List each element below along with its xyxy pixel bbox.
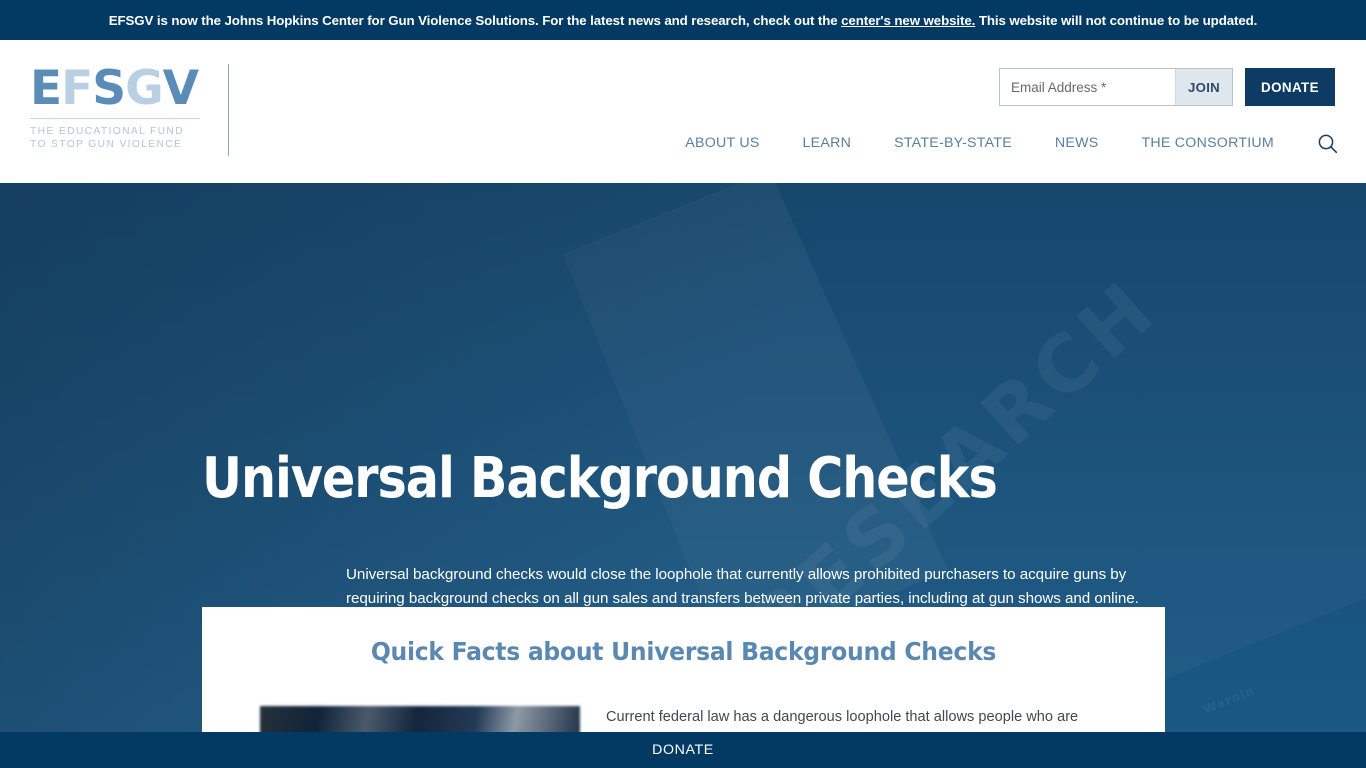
- logo-letter-g: G: [125, 61, 164, 116]
- logo-letter-v: V: [162, 61, 199, 116]
- quick-facts-title: Quick Facts about Universal Background C…: [370, 637, 997, 666]
- site-header: EFSGV THE EDUCATIONAL FUND TO STOP GUN V…: [0, 40, 1366, 183]
- announcement-link[interactable]: center's new website.: [841, 13, 975, 28]
- logo-wordmark: EFSGV: [30, 62, 202, 115]
- newsletter-signup-row: JOIN DONATE: [999, 68, 1335, 106]
- join-button[interactable]: JOIN: [1175, 69, 1232, 105]
- email-signup-group: JOIN: [999, 68, 1233, 106]
- logo-tagline: THE EDUCATIONAL FUND TO STOP GUN VIOLENC…: [30, 125, 202, 151]
- nav-item-news[interactable]: NEWS: [1055, 135, 1099, 151]
- announcement-text-after: This website will not continue to be upd…: [975, 12, 1258, 28]
- announcement-banner: EFSGV is now the Johns Hopkins Center fo…: [0, 0, 1366, 40]
- logo-letter-s: S: [92, 61, 126, 116]
- search-icon[interactable]: [1316, 132, 1338, 154]
- logo-letter-e: E: [30, 61, 62, 116]
- announcement-text: EFSGV is now the Johns Hopkins Center fo…: [109, 13, 1258, 28]
- sticky-donate-bar[interactable]: DONATE: [0, 732, 1366, 768]
- nav-item-state-by-state[interactable]: STATE-BY-STATE: [894, 135, 1012, 151]
- nav-item-learn[interactable]: LEARN: [803, 135, 852, 151]
- sticky-donate-label: DONATE: [652, 742, 714, 758]
- site-logo[interactable]: EFSGV THE EDUCATIONAL FUND TO STOP GUN V…: [30, 62, 202, 151]
- email-input[interactable]: [1000, 69, 1175, 105]
- announcement-text-before: EFSGV is now the Johns Hopkins Center fo…: [108, 12, 842, 28]
- logo-tagline-line1: THE EDUCATIONAL FUND: [30, 126, 185, 137]
- nav-item-about-us[interactable]: ABOUT US: [685, 135, 759, 151]
- logo-letter-f: F: [61, 61, 93, 116]
- header-vertical-divider: [228, 64, 229, 156]
- nav-item-the-consortium[interactable]: THE CONSORTIUM: [1141, 135, 1274, 151]
- main-navigation: ABOUT US LEARN STATE-BY-STATE NEWS THE C…: [685, 132, 1338, 154]
- page-title: Universal Background Checks: [202, 446, 998, 511]
- logo-divider-rule: [30, 118, 200, 119]
- donate-button[interactable]: DONATE: [1245, 68, 1335, 106]
- logo-tagline-line2: TO STOP GUN VIOLENCE: [30, 139, 183, 150]
